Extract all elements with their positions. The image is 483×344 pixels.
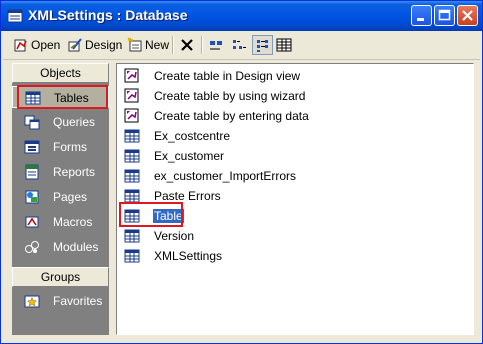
list-item[interactable]: ex_customer_ImportErrors <box>124 167 464 185</box>
design-icon <box>68 38 82 52</box>
list-item-label: Paste Errors <box>154 189 221 203</box>
delete-button[interactable] <box>179 35 197 55</box>
details-view-button[interactable] <box>276 35 294 55</box>
small-icons-icon <box>233 40 246 49</box>
large-icons-icon <box>210 41 222 50</box>
macro-icon <box>25 216 39 228</box>
close-icon <box>462 10 473 21</box>
list-item-label: Ex_costcentre <box>154 129 231 143</box>
objects-item-modules[interactable]: Modules <box>12 236 109 258</box>
highlight-box <box>17 85 108 109</box>
shortcut-icon <box>124 108 139 123</box>
title-bar[interactable]: XMLSettings : Database <box>1 1 482 31</box>
design-button[interactable]: Design <box>67 35 122 55</box>
list-item[interactable]: Ex_customer <box>124 147 464 165</box>
objects-item-label: Forms <box>53 140 87 154</box>
objects-header[interactable]: Objects <box>12 63 109 83</box>
table-icon <box>124 169 140 183</box>
table-icon <box>124 249 140 263</box>
open-icon <box>14 39 27 52</box>
list-item-label: Version <box>154 229 195 243</box>
list-icon <box>257 40 268 52</box>
details-icon <box>276 38 292 52</box>
objects-item-label: Macros <box>53 215 93 229</box>
list-item-label: Create table by using wizard <box>154 89 306 103</box>
toolbar: Open Design New <box>3 31 480 60</box>
list-item[interactable]: Create table by entering data <box>124 107 464 125</box>
new-label: New <box>145 38 170 52</box>
objects-item-pages[interactable]: Pages <box>12 186 109 208</box>
delete-icon <box>181 39 193 51</box>
new-icon <box>127 37 142 52</box>
objects-item-macros[interactable]: Macros <box>12 211 109 233</box>
groups-header[interactable]: Groups <box>12 267 109 287</box>
list-item[interactable]: Ex_costcentre <box>124 127 464 145</box>
shortcut-icon <box>124 68 139 83</box>
list-item-label: ex_customer_ImportErrors <box>154 169 297 183</box>
objects-item-forms[interactable]: Forms <box>12 136 109 158</box>
object-list: Create table in Design view Create table… <box>116 63 474 335</box>
list-item[interactable]: Create table by using wizard <box>124 87 464 105</box>
list-item-label: Ex_customer <box>154 149 225 163</box>
database-window-icon <box>7 9 23 23</box>
list-item-label: Create table in Design view <box>154 69 301 83</box>
form-icon <box>24 140 40 154</box>
highlight-box <box>119 202 183 227</box>
shortcut-icon <box>124 88 139 103</box>
list-view-button[interactable] <box>252 35 273 55</box>
minimize-icon <box>417 18 424 21</box>
objects-item-label: Favorites <box>53 294 103 308</box>
favorites-icon <box>24 295 40 308</box>
new-button[interactable]: New <box>127 35 169 55</box>
objects-item-reports[interactable]: Reports <box>12 161 109 183</box>
objects-item-queries[interactable]: Queries <box>12 111 109 133</box>
toolbar-separator <box>201 36 203 54</box>
list-item-label: Create table by entering data <box>154 109 309 123</box>
table-icon <box>124 229 140 243</box>
database-window: XMLSettings : Database Open Design New O… <box>0 0 483 344</box>
table-icon <box>124 149 140 163</box>
table-icon <box>124 129 140 143</box>
module-icon <box>25 241 39 253</box>
page-icon <box>25 190 39 204</box>
list-item-label: XMLSettings <box>154 249 223 263</box>
large-icons-button[interactable] <box>208 35 226 55</box>
maximize-button[interactable] <box>434 5 455 26</box>
report-icon <box>25 164 39 180</box>
list-item[interactable]: XMLSettings <box>124 247 464 265</box>
window-title: XMLSettings : Database <box>28 7 188 23</box>
groups-item-favorites[interactable]: Favorites <box>12 290 109 312</box>
list-item[interactable]: Create table in Design view <box>124 67 464 85</box>
design-label: Design <box>85 38 123 52</box>
maximize-icon <box>438 9 451 21</box>
objects-item-label: Queries <box>53 115 96 129</box>
toolbar-separator <box>172 36 174 54</box>
objects-item-label: Modules <box>53 240 99 254</box>
query-icon <box>24 115 40 130</box>
objects-item-label: Reports <box>53 165 96 179</box>
open-label: Open <box>31 38 61 52</box>
close-button[interactable] <box>457 5 478 26</box>
minimize-button[interactable] <box>411 5 432 26</box>
objects-item-label: Pages <box>53 190 88 204</box>
list-item[interactable]: Version <box>124 227 464 245</box>
open-button[interactable]: Open <box>13 35 60 55</box>
small-icons-button[interactable] <box>231 35 249 55</box>
